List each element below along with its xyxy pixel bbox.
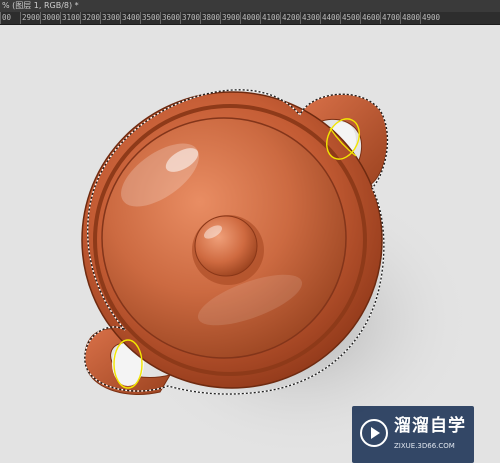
ruler-tick-mark: [120, 12, 121, 24]
ruler-tick-mark: [420, 12, 421, 24]
ruler-tick-label: 2900: [22, 13, 41, 22]
ruler-tick-mark: [380, 12, 381, 24]
ruler-tick-label: 3700: [182, 13, 201, 22]
ruler-tick-label: 4900: [422, 13, 441, 22]
ruler-tick-mark: [260, 12, 261, 24]
ruler-tick-mark: [60, 12, 61, 24]
image-canvas[interactable]: 溜溜自学 ZIXUE.3D66.COM: [0, 25, 500, 463]
ruler-tick-mark: [360, 12, 361, 24]
ruler-tick-mark: [220, 12, 221, 24]
ruler-tick-label: 4300: [302, 13, 321, 22]
ruler-tick-mark: [320, 12, 321, 24]
ruler-tick-mark: [300, 12, 301, 24]
lid-knob: [194, 215, 258, 277]
document-tab-title[interactable]: % (图层 1, RGB/8) *: [2, 0, 79, 12]
ruler-tick-mark: [140, 12, 141, 24]
ruler-tick-mark: [0, 12, 1, 24]
ruler-tick-mark: [100, 12, 101, 24]
ruler-tick-label: 3300: [102, 13, 121, 22]
ruler-tick-mark: [180, 12, 181, 24]
ruler-tick-label: 4400: [322, 13, 341, 22]
horizontal-ruler[interactable]: 00 2900 3000 3100 3200 3300 3400 3500 3600 3700 38…: [0, 12, 500, 25]
ruler-tick-label: 00: [2, 13, 12, 22]
ruler-tick-mark: [280, 12, 281, 24]
ruler-tick-mark: [80, 12, 81, 24]
ruler-tick-label: 3400: [122, 13, 141, 22]
ruler-tick-label: 3200: [82, 13, 101, 22]
ruler-tick-label: 3900: [222, 13, 241, 22]
ruler-tick-mark: [340, 12, 341, 24]
ruler-tick-label: 4700: [382, 13, 401, 22]
play-circle-icon: [360, 419, 388, 447]
ruler-tick-label: 4200: [282, 13, 301, 22]
ruler-tick-mark: [240, 12, 241, 24]
document-tab-bar: % (图层 1, RGB/8) *: [0, 0, 500, 12]
ruler-tick-label: 4600: [362, 13, 381, 22]
pot-artwork: [81, 89, 475, 448]
ruler-tick-label: 3500: [142, 13, 161, 22]
ruler-tick-label: 4500: [342, 13, 361, 22]
watermark-url: ZIXUE.3D66.COM: [394, 442, 455, 450]
ruler-tick-label: 3600: [162, 13, 181, 22]
ruler-tick-label: 4100: [262, 13, 281, 22]
ruler-tick-mark: [200, 12, 201, 24]
ruler-tick-label: 4800: [402, 13, 421, 22]
ruler-tick-label: 4000: [242, 13, 261, 22]
watermark-name: 溜溜自学: [394, 416, 466, 436]
ruler-tick-mark: [40, 12, 41, 24]
ruler-tick-label: 3800: [202, 13, 221, 22]
ruler-tick-label: 3000: [42, 13, 61, 22]
watermark-badge: 溜溜自学 ZIXUE.3D66.COM: [352, 406, 474, 463]
ruler-tick-mark: [400, 12, 401, 24]
ruler-tick-mark: [20, 12, 21, 24]
ruler-tick-label: 3100: [62, 13, 81, 22]
ruler-tick-mark: [160, 12, 161, 24]
